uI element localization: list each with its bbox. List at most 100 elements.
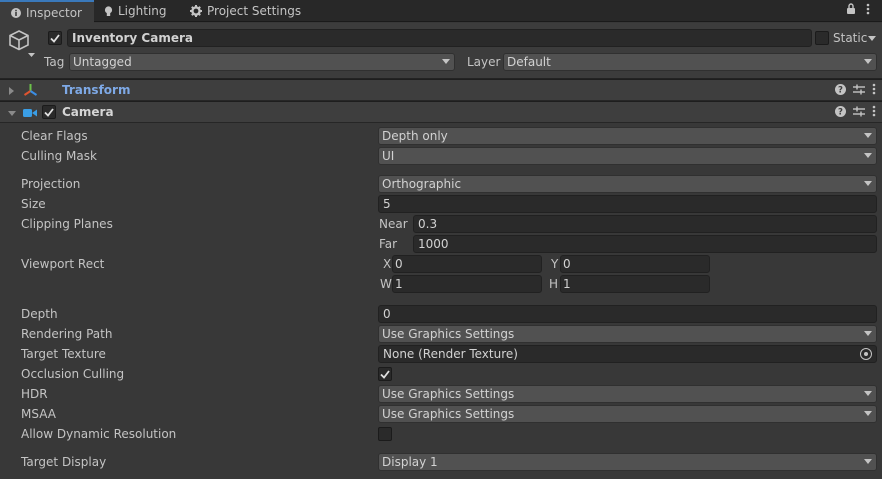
near-field[interactable]: 0.3 [413, 215, 877, 233]
viewport-w-field[interactable]: 1 [392, 275, 542, 293]
camera-title: Camera [62, 105, 114, 119]
preset-sliders-icon[interactable] [853, 84, 865, 98]
foldout-arrow-icon[interactable] [9, 87, 14, 95]
svg-text:?: ? [838, 85, 843, 95]
object-name-field[interactable]: Inventory Camera [67, 29, 812, 47]
hdr-value: Use Graphics Settings [382, 387, 515, 401]
viewport-y-label: Y [551, 257, 559, 271]
rendering-path-dropdown[interactable]: Use Graphics Settings [378, 325, 877, 343]
culling-mask-dropdown[interactable]: UI [378, 147, 877, 165]
rendering-path-value: Use Graphics Settings [382, 327, 515, 341]
depth-label: Depth [21, 307, 58, 321]
dynamic-resolution-checkbox[interactable] [378, 427, 392, 441]
msaa-dropdown[interactable]: Use Graphics Settings [378, 405, 877, 423]
target-texture-value: None (Render Texture) [383, 347, 518, 361]
component-actions: ? [835, 105, 876, 120]
target-display-label: Target Display [21, 455, 107, 469]
tab-label: Inspector [26, 5, 82, 20]
viewport-x-label: X [383, 257, 392, 271]
tab-lighting[interactable]: Lighting [104, 0, 167, 22]
gameobject-header: Inventory Camera Static Tag Untagged Lay… [0, 23, 882, 79]
camera-component-header[interactable]: Camera ? [0, 101, 882, 123]
svg-text:?: ? [838, 107, 843, 117]
target-texture-label: Target Texture [21, 347, 106, 361]
rendering-path-label: Rendering Path [21, 327, 113, 341]
clear-flags-label: Clear Flags [21, 129, 88, 143]
tab-label: Project Settings [207, 4, 302, 18]
tab-inspector[interactable]: Inspector [0, 0, 94, 23]
tag-label: Tag [44, 55, 65, 69]
tab-project-settings[interactable]: Project Settings [190, 0, 301, 22]
kebab-menu-icon[interactable] [866, 3, 870, 15]
preset-sliders-icon[interactable] [853, 106, 865, 120]
chevron-down-icon [442, 59, 450, 64]
target-display-dropdown[interactable]: Display 1 [378, 453, 877, 471]
gear-icon [190, 5, 202, 17]
chevron-down-icon [864, 59, 872, 64]
projection-label: Projection [21, 177, 81, 191]
lightbulb-icon [104, 5, 113, 17]
tag-value: Untagged [73, 55, 132, 69]
msaa-value: Use Graphics Settings [382, 407, 515, 421]
camera-enabled-checkbox[interactable] [42, 105, 56, 119]
far-field[interactable]: 1000 [413, 235, 877, 253]
layer-label: Layer [467, 55, 501, 69]
clear-flags-value: Depth only [382, 129, 448, 143]
camera-icon [23, 107, 37, 121]
viewport-h-field[interactable]: 1 [560, 275, 710, 293]
size-field[interactable]: 5 [378, 195, 877, 213]
hdr-dropdown[interactable]: Use Graphics Settings [378, 385, 877, 403]
near-label: Near [379, 217, 408, 231]
depth-field[interactable]: 0 [378, 305, 877, 323]
transform-title: Transform [62, 83, 131, 97]
static-label[interactable]: Static [833, 31, 867, 45]
viewport-rect-label: Viewport Rect [21, 257, 105, 271]
help-icon[interactable]: ? [835, 105, 846, 120]
object-picker-icon[interactable] [860, 348, 872, 360]
layer-dropdown[interactable]: Default [503, 53, 877, 71]
projection-dropdown[interactable]: Orthographic [378, 175, 877, 193]
dynamic-resolution-label: Allow Dynamic Resolution [21, 427, 177, 441]
tab-bar: Inspector Lighting Project Settings [0, 0, 882, 23]
gameobject-icon[interactable] [8, 29, 36, 62]
occlusion-culling-checkbox[interactable] [378, 367, 392, 381]
culling-mask-value: UI [382, 149, 395, 163]
occlusion-culling-label: Occlusion Culling [21, 367, 125, 381]
foldout-arrow-icon[interactable] [8, 111, 16, 116]
transform-component-header[interactable]: Transform ? [0, 79, 882, 101]
viewport-y-field[interactable]: 0 [560, 255, 710, 273]
info-icon [11, 7, 21, 18]
target-display-value: Display 1 [382, 455, 438, 469]
projection-value: Orthographic [382, 177, 462, 191]
component-actions: ? [835, 83, 876, 98]
hdr-label: HDR [21, 387, 48, 401]
static-dropdown-arrow-icon[interactable] [868, 36, 876, 41]
far-label: Far [379, 237, 398, 251]
viewport-w-label: W [380, 277, 392, 291]
chevron-down-icon [864, 331, 872, 336]
viewport-h-label: H [549, 277, 559, 291]
clipping-planes-label: Clipping Planes [21, 217, 113, 231]
kebab-menu-icon[interactable] [872, 83, 876, 98]
chevron-down-icon [864, 181, 872, 186]
msaa-label: MSAA [21, 407, 56, 421]
tag-dropdown[interactable]: Untagged [69, 53, 455, 71]
size-label: Size [21, 197, 46, 211]
clear-flags-dropdown[interactable]: Depth only [378, 127, 877, 145]
chevron-down-icon [864, 391, 872, 396]
chevron-down-icon [864, 411, 872, 416]
layer-value: Default [507, 55, 551, 69]
active-checkbox[interactable] [48, 31, 62, 45]
static-checkbox[interactable] [815, 31, 829, 45]
chevron-down-icon [864, 133, 872, 138]
chevron-down-icon [864, 459, 872, 464]
viewport-x-field[interactable]: 0 [392, 255, 542, 273]
chevron-down-icon [864, 153, 872, 158]
transform-icon [23, 83, 38, 100]
target-texture-field[interactable]: None (Render Texture) [378, 345, 877, 363]
lock-icon[interactable] [846, 3, 856, 15]
camera-properties: Clear Flags Depth only Culling Mask UI P… [0, 124, 882, 479]
help-icon[interactable]: ? [835, 83, 846, 98]
tab-label: Lighting [118, 4, 167, 18]
kebab-menu-icon[interactable] [872, 105, 876, 120]
